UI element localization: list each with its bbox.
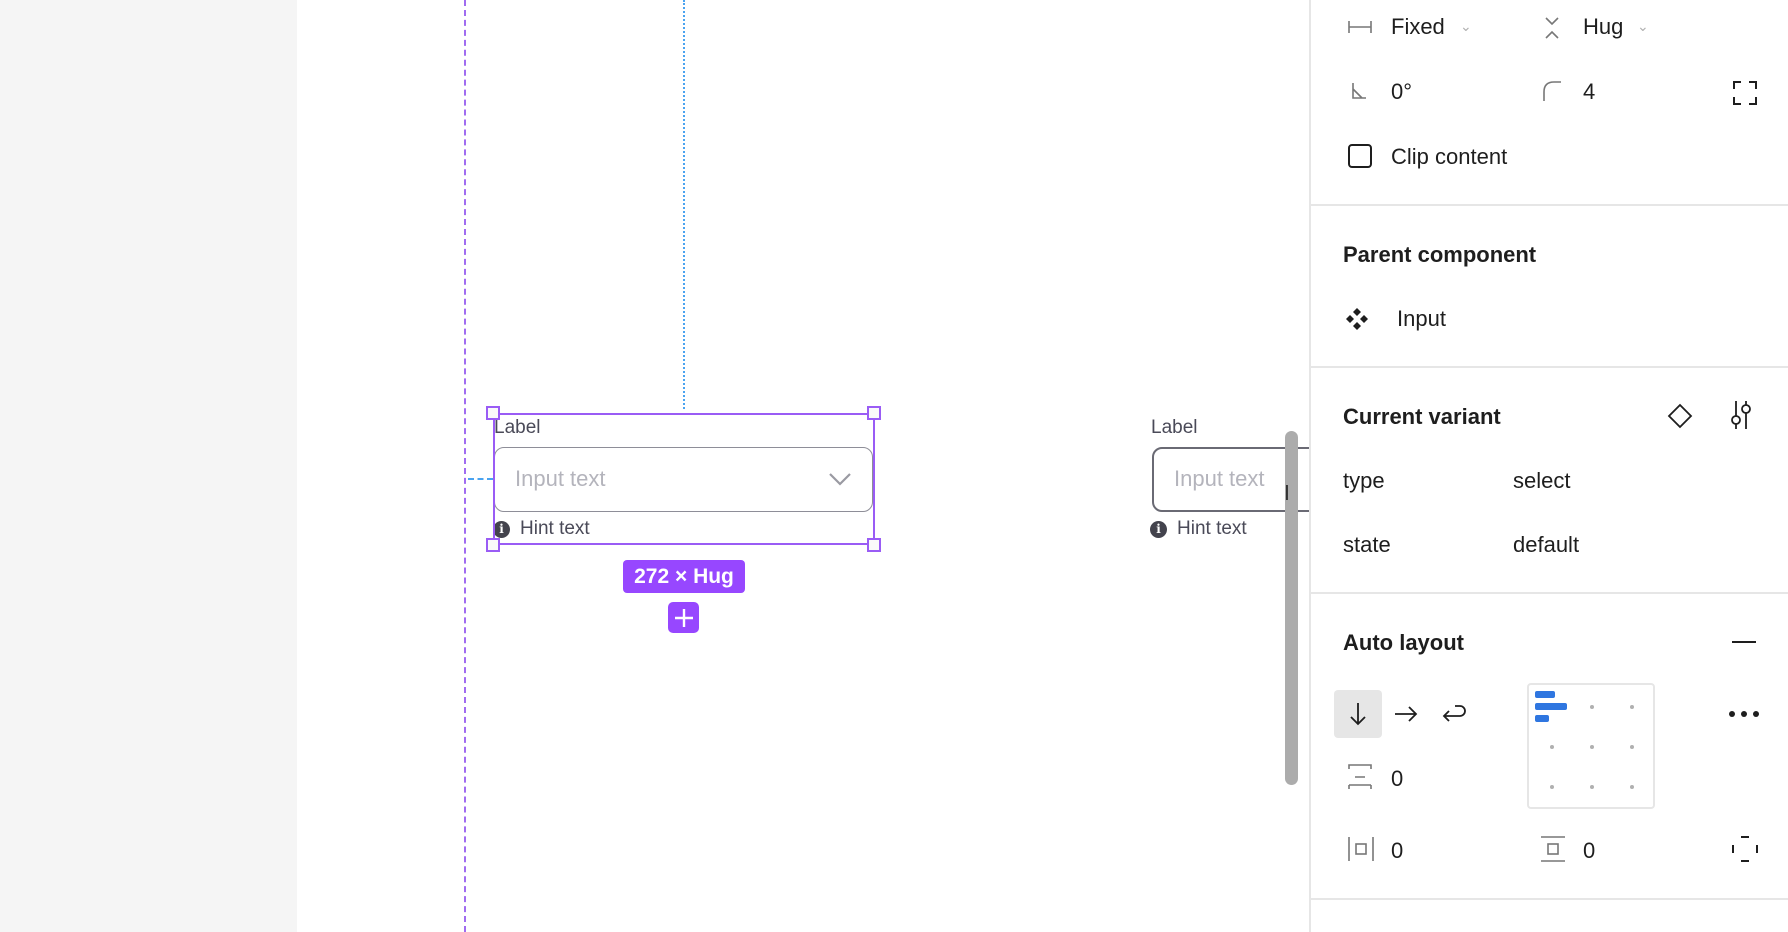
align-dot[interactable] <box>1630 705 1634 709</box>
section-divider <box>1311 366 1788 368</box>
align-dot[interactable] <box>1590 785 1594 789</box>
height-mode-chevron-icon[interactable]: ⌄ <box>1637 18 1649 35</box>
align-bar <box>1535 703 1567 710</box>
gap-value[interactable]: 0 <box>1391 766 1403 792</box>
direction-wrap-button[interactable] <box>1430 690 1478 738</box>
direction-horizontal-button[interactable] <box>1382 690 1430 738</box>
go-to-main-component-icon[interactable] <box>1667 403 1693 429</box>
auto-layout-title: Auto layout <box>1343 630 1464 655</box>
resize-handle-top-left[interactable] <box>486 406 500 420</box>
height-mode[interactable]: Hug <box>1583 14 1623 40</box>
variant-property-value[interactable]: default <box>1513 532 1579 558</box>
current-variant-title: Current variant <box>1343 404 1501 429</box>
hint-text-2: Hint text <box>1177 518 1247 539</box>
left-sidebar-area <box>0 0 297 932</box>
variant-property-value[interactable]: select <box>1513 468 1570 494</box>
selection-frame[interactable] <box>493 413 875 545</box>
corner-radius-icon <box>1543 81 1561 101</box>
horizontal-padding-icon <box>1348 837 1374 861</box>
align-dot[interactable] <box>1550 745 1554 749</box>
vertical-padding-icon <box>1541 836 1565 862</box>
clip-content-label: Clip content <box>1391 144 1508 169</box>
vertical-padding-value[interactable]: 0 <box>1583 838 1595 864</box>
align-dot[interactable] <box>1590 705 1594 709</box>
align-dot[interactable] <box>1590 745 1594 749</box>
alignment-grid[interactable] <box>1527 683 1655 809</box>
layout-guide-purple <box>464 0 466 932</box>
rotation-value[interactable]: 0° <box>1391 79 1412 105</box>
horizontal-padding-value[interactable]: 0 <box>1391 838 1403 864</box>
arrow-right-icon <box>1395 706 1418 722</box>
properties-panel: Fixed ⌄ Hug ⌄ 0° 4 Clip content Parent c… <box>1309 0 1788 932</box>
width-icon <box>1348 21 1372 33</box>
spacing-guide-horizontal <box>468 478 493 480</box>
section-divider <box>1311 204 1788 206</box>
resize-handle-top-right[interactable] <box>867 406 881 420</box>
component-label-2: Label <box>1151 417 1198 438</box>
height-icon <box>1545 17 1559 39</box>
size-badge: 272 × Hug <box>623 560 745 593</box>
text-cursor-icon: I <box>1284 481 1290 505</box>
spacing-guide-vertical <box>683 0 685 409</box>
section-divider <box>1311 898 1788 900</box>
align-dot[interactable] <box>1630 745 1634 749</box>
variant-property-name: type <box>1343 468 1385 493</box>
rotation-icon <box>1352 83 1366 99</box>
independent-padding-icon[interactable] <box>1732 836 1758 862</box>
hint-row-2: i Hint text <box>1150 518 1247 540</box>
variant-property-name: state <box>1343 532 1391 557</box>
align-bar <box>1535 715 1549 722</box>
gap-icon <box>1348 764 1372 789</box>
align-dot[interactable] <box>1630 785 1634 789</box>
direction-vertical-button[interactable] <box>1334 690 1382 738</box>
remove-auto-layout-icon[interactable] <box>1732 641 1756 643</box>
align-bar <box>1535 691 1555 698</box>
variant-properties-icon[interactable] <box>1729 400 1753 430</box>
arrow-down-icon <box>1350 703 1366 726</box>
wrap-icon <box>1442 705 1466 722</box>
parent-component-title: Parent component <box>1343 242 1537 267</box>
plus-icon <box>674 608 693 627</box>
more-options-icon[interactable] <box>1728 709 1760 719</box>
corner-radius-value[interactable]: 4 <box>1583 79 1595 105</box>
component-instance-icon <box>1346 308 1368 330</box>
parent-component-name[interactable]: Input <box>1397 306 1446 332</box>
width-mode[interactable]: Fixed <box>1391 14 1445 40</box>
width-mode-chevron-icon[interactable]: ⌄ <box>1460 18 1472 35</box>
resize-handle-bottom-right[interactable] <box>867 538 881 552</box>
clip-content-checkbox[interactable] <box>1348 144 1372 168</box>
input-placeholder-2: Input text <box>1174 466 1265 491</box>
resize-handle-bottom-left[interactable] <box>486 538 500 552</box>
section-divider <box>1311 592 1788 594</box>
align-dot[interactable] <box>1550 785 1554 789</box>
info-icon: i <box>1150 520 1167 538</box>
independent-corners-icon[interactable] <box>1732 80 1758 106</box>
add-item-button[interactable] <box>668 602 699 633</box>
